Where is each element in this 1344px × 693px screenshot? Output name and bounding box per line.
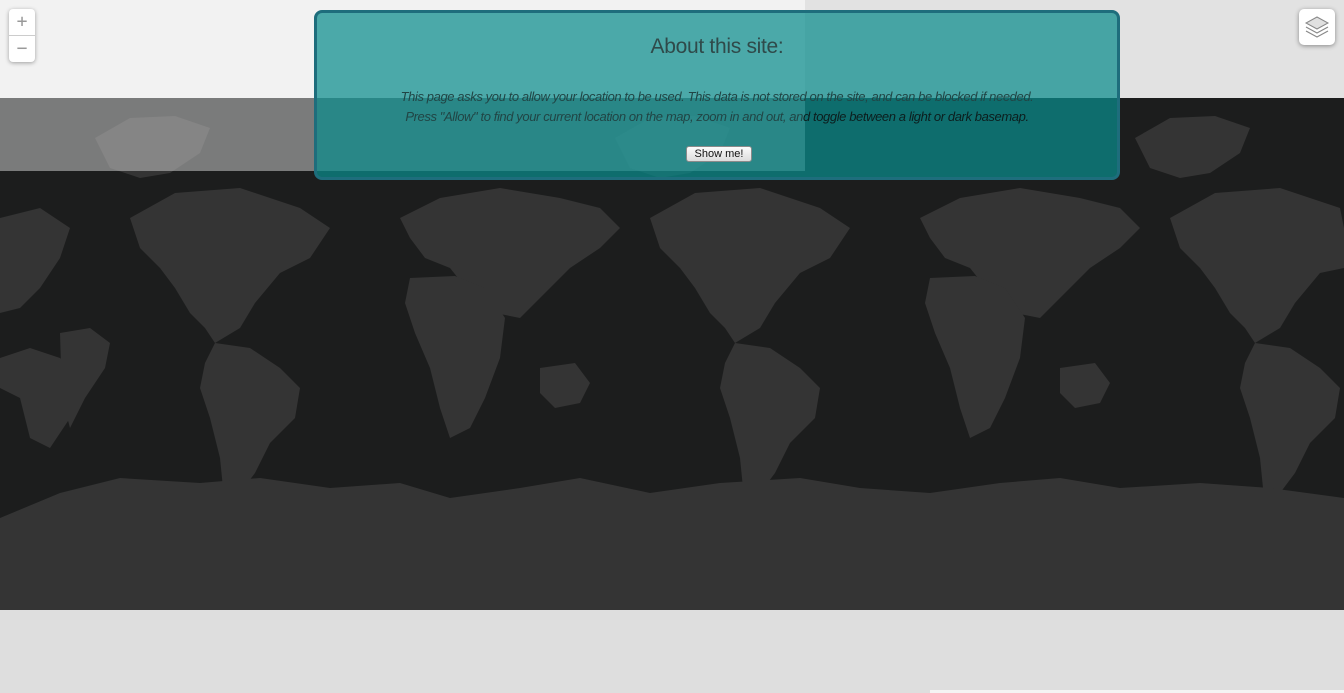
layers-icon <box>1304 16 1330 38</box>
zoom-out-button[interactable]: − <box>9 36 35 62</box>
zoom-in-button[interactable]: + <box>9 9 35 36</box>
map-container[interactable]: + − About this site: This page asks you … <box>0 0 1344 693</box>
about-title: About this site: <box>650 35 784 58</box>
about-line-2-start: Press "Allow" to find your current locat… <box>405 109 803 124</box>
about-line-2-end: d toggle between a light or dark basemap… <box>802 109 1029 124</box>
show-me-button[interactable]: Show me! <box>686 146 752 162</box>
empty-map-area <box>0 610 1344 693</box>
about-panel: About this site: This page asks you to a… <box>314 10 1120 180</box>
about-line-1: This page asks you to allow your locatio… <box>400 89 1034 104</box>
zoom-control: + − <box>9 9 35 62</box>
layers-button[interactable] <box>1299 9 1335 45</box>
about-description: This page asks you to allow your locatio… <box>317 87 1117 127</box>
about-line-2: Press "Allow" to find your current locat… <box>317 107 1117 127</box>
